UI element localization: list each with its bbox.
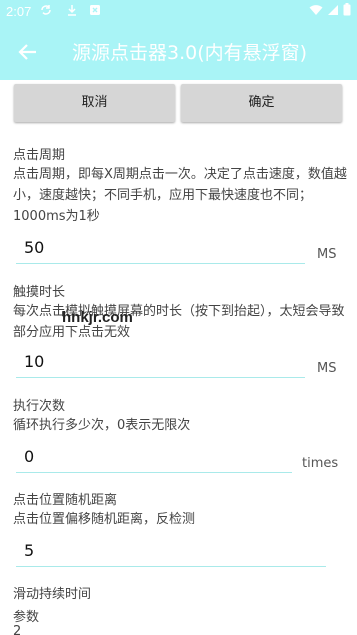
random-offset-input[interactable]: 5 bbox=[16, 537, 326, 567]
app-icon bbox=[89, 4, 101, 19]
click-period-value: 50 bbox=[24, 238, 45, 257]
click-period-unit: MS bbox=[317, 247, 337, 262]
execution-count-description: 循环执行多少次，0表示无限次 bbox=[13, 418, 191, 433]
status-time: 2:07 bbox=[6, 4, 32, 19]
wifi-icon bbox=[309, 5, 323, 15]
click-period-label: 点击周期 bbox=[13, 148, 66, 163]
execution-count-value: 0 bbox=[24, 447, 35, 466]
battery-icon bbox=[343, 3, 351, 16]
cancel-button[interactable]: 取消 bbox=[14, 84, 175, 122]
touch-duration-label: 触摸时长 bbox=[13, 285, 66, 300]
click-period-description: 点击周期，即每X周期点击一次。决定了点击速度，数值越小，速度越快；不同手机，应用… bbox=[13, 167, 347, 224]
swipe-duration-param-label: 参数 bbox=[13, 610, 40, 625]
touch-duration-unit: MS bbox=[317, 361, 337, 376]
watermark-text: hnkjr.com bbox=[62, 309, 133, 326]
random-offset-description: 点击位置偏移随机距离，反检测 bbox=[13, 512, 196, 527]
random-offset-value: 5 bbox=[24, 541, 35, 560]
execution-count-input[interactable]: 0 bbox=[16, 443, 292, 473]
app-bar: 源源点击器3.0(内有悬浮窗) bbox=[0, 24, 357, 80]
swipe-duration-value: 2 bbox=[13, 624, 22, 635]
action-button-row: 取消 确定 bbox=[0, 80, 357, 130]
random-offset-label: 点击位置随机距离 bbox=[13, 493, 118, 508]
sync-icon bbox=[40, 4, 52, 19]
signal-icon bbox=[328, 5, 339, 15]
page-title: 源源点击器3.0(内有悬浮窗) bbox=[72, 42, 308, 64]
status-bar: 2:07 bbox=[0, 0, 357, 24]
confirm-button[interactable]: 确定 bbox=[181, 84, 342, 122]
execution-count-label: 执行次数 bbox=[13, 399, 66, 414]
swipe-duration-label: 滑动持续时间 bbox=[13, 587, 92, 602]
click-period-input[interactable]: 50 bbox=[16, 234, 305, 264]
touch-duration-input[interactable]: 10 bbox=[16, 348, 305, 378]
download-icon bbox=[66, 4, 78, 19]
touch-duration-value: 10 bbox=[24, 352, 45, 371]
arrow-left-icon[interactable] bbox=[14, 38, 42, 66]
execution-count-unit: times bbox=[302, 456, 339, 471]
status-right-icons bbox=[309, 3, 351, 19]
